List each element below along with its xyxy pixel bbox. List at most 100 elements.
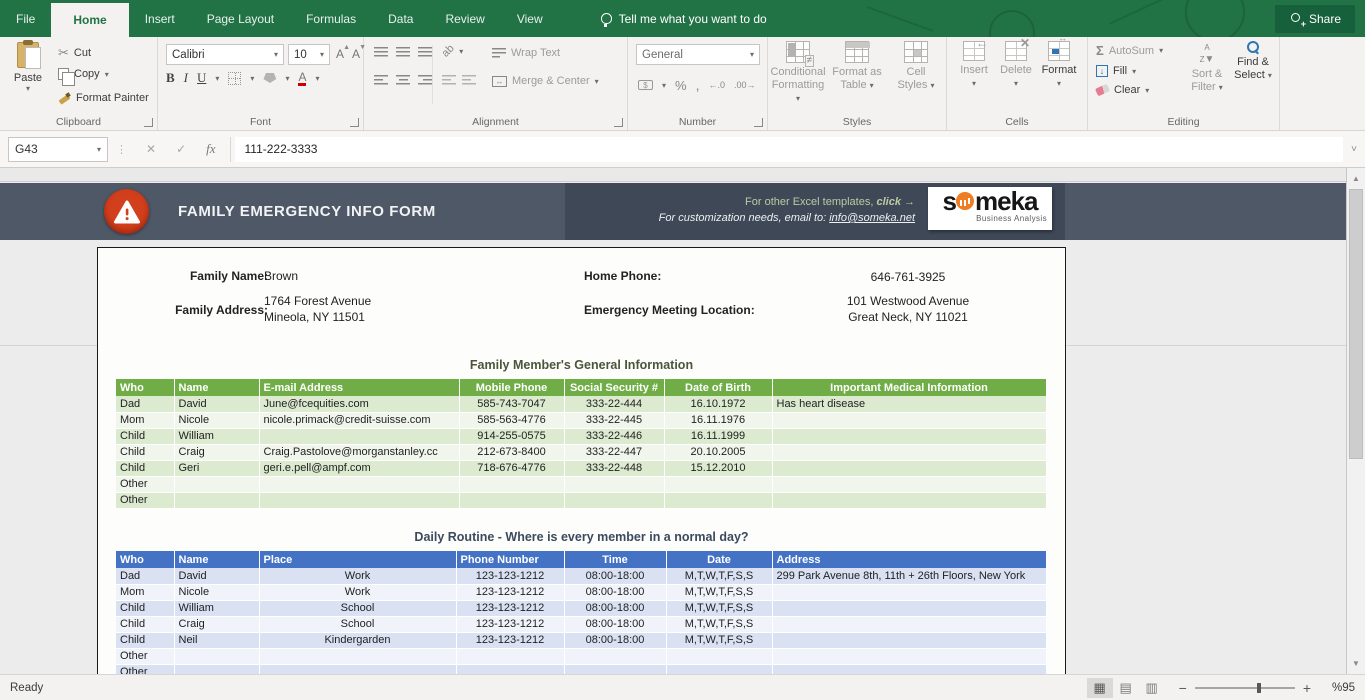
- cell[interactable]: 123-123-1212: [456, 600, 564, 616]
- scrollbar-thumb[interactable]: [1349, 189, 1363, 459]
- cell[interactable]: Child: [116, 428, 174, 444]
- cell[interactable]: 123-123-1212: [456, 568, 564, 584]
- cancel-button[interactable]: ✕: [136, 142, 166, 156]
- page-break-view-button[interactable]: ▥: [1139, 678, 1165, 698]
- someka-logo[interactable]: smeka Business Analysis: [928, 187, 1052, 230]
- cell[interactable]: [564, 664, 666, 674]
- wrap-text-button[interactable]: Wrap Text: [492, 47, 560, 59]
- cell[interactable]: Other: [116, 476, 174, 492]
- cell[interactable]: Work: [259, 584, 456, 600]
- format-as-table-dropdown-icon[interactable]: ▾: [870, 81, 874, 90]
- cell[interactable]: [259, 492, 459, 508]
- family-name-cell[interactable]: Brown: [264, 269, 298, 283]
- cell[interactable]: Has heart disease: [772, 396, 1046, 412]
- cell-styles-dropdown-icon[interactable]: ▾: [931, 81, 935, 90]
- copy-button[interactable]: Copy ▾: [58, 68, 109, 80]
- cell[interactable]: Geri: [174, 460, 259, 476]
- cell[interactable]: 123-123-1212: [456, 632, 564, 648]
- cell[interactable]: 16.11.1999: [664, 428, 772, 444]
- cell[interactable]: [772, 664, 1046, 674]
- font-size-combo[interactable]: 10 ▾: [288, 44, 330, 65]
- cell[interactable]: David: [174, 396, 259, 412]
- cell[interactable]: Kindergarden: [259, 632, 456, 648]
- cell[interactable]: [664, 476, 772, 492]
- cell[interactable]: [772, 476, 1046, 492]
- cell[interactable]: 123-123-1212: [456, 584, 564, 600]
- accounting-dropdown-icon[interactable]: ▾: [662, 81, 666, 90]
- cell[interactable]: 08:00-18:00: [564, 600, 666, 616]
- header-cell[interactable]: Address: [772, 551, 1046, 568]
- copy-dropdown-icon[interactable]: ▾: [105, 70, 109, 79]
- merge-center-dropdown-icon[interactable]: ▾: [595, 77, 599, 86]
- merge-center-button[interactable]: ↔ Merge & Center ▾: [492, 75, 599, 87]
- borders-button[interactable]: [228, 72, 241, 85]
- cell[interactable]: Child: [116, 616, 174, 632]
- align-center-button[interactable]: [396, 75, 410, 86]
- zoom-out-button[interactable]: −: [1165, 680, 1195, 696]
- formula-bar-expand-icon[interactable]: ˅: [1343, 144, 1365, 155]
- worksheet-area[interactable]: FAMILY EMERGENCY INFO FORM For other Exc…: [0, 168, 1346, 674]
- cell[interactable]: 333-22-448: [564, 460, 664, 476]
- orientation-button[interactable]: ab ▾: [442, 45, 463, 57]
- insert-function-button[interactable]: fx: [196, 141, 225, 157]
- cell[interactable]: [564, 492, 664, 508]
- cell[interactable]: [772, 616, 1046, 632]
- percent-style-button[interactable]: %: [675, 78, 687, 93]
- format-as-table-button[interactable]: Format asTable ▾: [829, 41, 885, 92]
- page-layout-view-button[interactable]: ▤: [1113, 678, 1139, 698]
- insert-dropdown-icon[interactable]: ▾: [972, 79, 976, 88]
- conditional-formatting-button[interactable]: ≠ ConditionalFormatting ▾: [770, 41, 826, 105]
- name-box[interactable]: G43 ▾: [8, 137, 108, 162]
- home-phone-cell[interactable]: 646-761-3925: [798, 270, 1018, 284]
- clipboard-dialog-launcher[interactable]: [144, 118, 153, 127]
- header-cell[interactable]: Date of Birth: [664, 379, 772, 396]
- sort-filter-button[interactable]: AZ▼ Sort &Filter ▾: [1184, 41, 1230, 94]
- cell[interactable]: [564, 648, 666, 664]
- header-cell[interactable]: E-mail Address: [259, 379, 459, 396]
- borders-dropdown-icon[interactable]: ▾: [250, 74, 254, 83]
- meeting-line1-cell[interactable]: 101 Westwood Avenue: [798, 294, 1018, 308]
- align-bottom-button[interactable]: [418, 47, 432, 58]
- cell[interactable]: [564, 476, 664, 492]
- cell[interactable]: geri.e.pell@ampf.com: [259, 460, 459, 476]
- format-dropdown-icon[interactable]: ▾: [1057, 79, 1061, 88]
- header-cell[interactable]: Who: [116, 551, 174, 568]
- cell[interactable]: Nicole: [174, 412, 259, 428]
- cell[interactable]: M,T,W,T,F,S,S: [666, 616, 772, 632]
- scroll-down-icon[interactable]: ▼: [1347, 655, 1365, 672]
- align-left-button[interactable]: [374, 75, 388, 86]
- alignment-dialog-launcher[interactable]: [614, 118, 623, 127]
- cell[interactable]: Mom: [116, 584, 174, 600]
- header-cell[interactable]: Phone Number: [456, 551, 564, 568]
- header-cell[interactable]: Place: [259, 551, 456, 568]
- cell[interactable]: 212-673-8400: [459, 444, 564, 460]
- delete-dropdown-icon[interactable]: ▾: [1014, 79, 1018, 88]
- conditional-formatting-dropdown-icon[interactable]: ▾: [796, 94, 800, 103]
- cell[interactable]: Mom: [116, 412, 174, 428]
- cell[interactable]: Other: [116, 648, 174, 664]
- cell[interactable]: Craig.Pastolove@morganstanley.cc: [259, 444, 459, 460]
- clear-dropdown-icon[interactable]: ▾: [1145, 86, 1149, 95]
- cell[interactable]: [772, 600, 1046, 616]
- cell[interactable]: Child: [116, 600, 174, 616]
- font-name-combo[interactable]: Calibri ▾: [166, 44, 284, 65]
- cell[interactable]: 08:00-18:00: [564, 616, 666, 632]
- decrease-indent-button[interactable]: [442, 75, 456, 86]
- zoom-slider-thumb[interactable]: [1257, 683, 1261, 693]
- cell[interactable]: School: [259, 600, 456, 616]
- underline-button[interactable]: U: [197, 70, 206, 86]
- cell[interactable]: Child: [116, 444, 174, 460]
- cut-button[interactable]: ✂ Cut: [58, 45, 91, 61]
- cell[interactable]: Child: [116, 632, 174, 648]
- cell[interactable]: 299 Park Avenue 8th, 11th + 26th Floors,…: [772, 568, 1046, 584]
- tab-data[interactable]: Data: [372, 0, 429, 37]
- orientation-dropdown-icon[interactable]: ▾: [459, 47, 463, 56]
- delete-cells-button[interactable]: ✕ Delete▾: [995, 41, 1037, 90]
- cell[interactable]: [456, 664, 564, 674]
- cell[interactable]: Dad: [116, 396, 174, 412]
- cell[interactable]: [772, 648, 1046, 664]
- cell[interactable]: [772, 492, 1046, 508]
- header-cell[interactable]: Date: [666, 551, 772, 568]
- cell[interactable]: Craig: [174, 444, 259, 460]
- header-cell[interactable]: Mobile Phone: [459, 379, 564, 396]
